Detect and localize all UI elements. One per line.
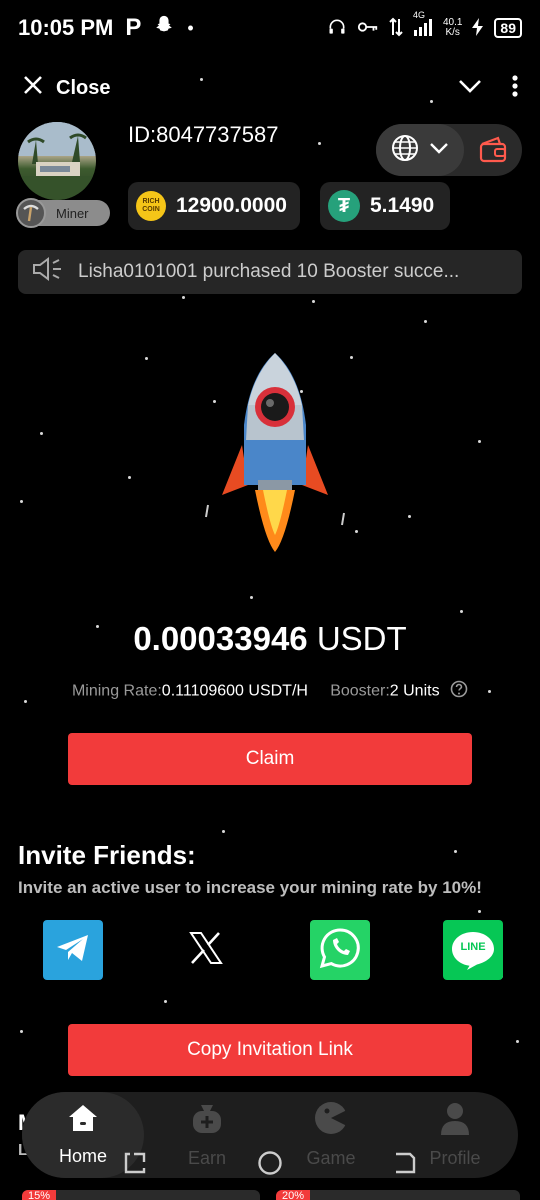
- mined-amount-unit: USDT: [316, 620, 407, 657]
- discount-tag: 20%: [276, 1190, 311, 1200]
- status-bar: 10:05 PM P • 4G 40.1 K/s 89: [0, 0, 540, 56]
- more-menu-icon[interactable]: [512, 74, 518, 102]
- home-icon: [67, 1103, 99, 1138]
- mined-amount: 0.00033946 USDT: [0, 620, 540, 658]
- card-peek-left: 15%: [22, 1190, 260, 1200]
- star: [182, 296, 185, 299]
- discount-tag: 15%: [22, 1190, 57, 1200]
- star: [128, 476, 131, 479]
- rich-coin-balance: RICH COIN 12900.0000: [128, 182, 300, 230]
- booster-label: Booster:: [330, 682, 390, 700]
- money-bag-icon: [189, 1101, 225, 1140]
- back-icon[interactable]: [392, 1150, 416, 1181]
- chevron-down-icon[interactable]: [458, 78, 482, 99]
- wallet-icon: [478, 136, 508, 168]
- mining-rate-label: Mining Rate:: [71, 682, 162, 700]
- usdt-icon: ₮: [328, 190, 360, 222]
- star: [250, 596, 253, 599]
- line-icon-label: LINE: [460, 941, 486, 953]
- star: [312, 300, 315, 303]
- star: [222, 830, 225, 833]
- booster-value: 2 Units: [389, 682, 440, 700]
- key-icon: [357, 19, 379, 38]
- mined-amount-value: 0.00033946: [133, 620, 308, 657]
- telegram-icon: [55, 933, 91, 968]
- battery-level: 89: [494, 18, 522, 38]
- home-system-icon[interactable]: [257, 1150, 283, 1181]
- star: [478, 440, 481, 443]
- announcement-text: Lisha0101001 purchased 10 Booster succe.…: [78, 261, 460, 282]
- language-selector[interactable]: [376, 124, 464, 176]
- star: [318, 142, 321, 145]
- copy-invitation-link-button[interactable]: Copy Invitation Link: [68, 1024, 472, 1076]
- nav-game[interactable]: Game: [270, 1092, 392, 1178]
- globe-icon: [391, 134, 419, 167]
- star: [20, 500, 23, 503]
- nav-earn-label: Earn: [187, 1148, 227, 1168]
- share-x-button[interactable]: [176, 920, 236, 980]
- claim-button[interactable]: Claim: [68, 733, 472, 785]
- data-transfer-icon: [389, 17, 403, 40]
- usdt-amount: 5.1490: [370, 194, 435, 217]
- star: [145, 357, 148, 360]
- mining-info: Mining Rate:0.11109600 USDT/H Booster:2 …: [0, 680, 540, 703]
- chevron-down-icon: [429, 141, 449, 160]
- dot-indicator: •: [187, 17, 194, 38]
- charging-icon: [472, 17, 484, 39]
- help-icon[interactable]: [450, 680, 468, 703]
- nav-game-label: Game: [306, 1148, 356, 1168]
- app-notification-icon: P: [125, 14, 142, 41]
- nav-earn[interactable]: Earn: [146, 1092, 268, 1178]
- star: [164, 1000, 167, 1003]
- mining-rate-value: 0.11109600 USDT/H: [161, 682, 308, 700]
- share-whatsapp-button[interactable]: [310, 920, 370, 980]
- recent-apps-icon[interactable]: [124, 1150, 148, 1181]
- network-speed-unit: K/s: [445, 27, 460, 38]
- miner-badge: Miner: [16, 198, 110, 228]
- network-type: 4G: [412, 9, 425, 20]
- rocket-illustration: [200, 345, 350, 560]
- speaker-icon: [32, 257, 64, 287]
- x-logo-icon: [188, 930, 224, 971]
- star: [20, 1030, 23, 1033]
- avatar[interactable]: [18, 122, 96, 200]
- pickaxe-icon: [16, 198, 46, 228]
- announcement-bar: Lisha0101001 purchased 10 Booster succe.…: [18, 250, 522, 294]
- rich-coin-icon: RICH COIN: [136, 191, 166, 221]
- rich-coin-amount: 12900.0000: [176, 194, 287, 217]
- headphones-icon: [327, 17, 347, 40]
- nav-home-label: Home: [58, 1146, 107, 1166]
- star: [460, 610, 463, 613]
- gamepad-icon: [313, 1101, 349, 1140]
- usdt-balance: ₮ 5.1490: [320, 182, 450, 230]
- top-bar: Close: [22, 70, 518, 106]
- star: [424, 320, 427, 323]
- star: [40, 432, 43, 435]
- signal-icon: 4G: [413, 10, 433, 39]
- star: [478, 910, 481, 913]
- person-icon: [437, 1101, 473, 1140]
- star: [516, 1040, 519, 1043]
- status-time: 10:05 PM: [18, 15, 114, 40]
- close-label: Close: [56, 76, 111, 99]
- share-telegram-button[interactable]: [43, 920, 103, 980]
- share-line-button[interactable]: LINE: [443, 920, 503, 980]
- invite-subtitle: Invite an active user to increase your m…: [18, 878, 482, 897]
- miner-badge-label: Miner: [56, 205, 89, 221]
- star: [408, 515, 411, 518]
- snapchat-icon: [153, 14, 175, 42]
- card-peek-right: 20%: [276, 1190, 520, 1200]
- line-icon: LINE: [450, 930, 496, 970]
- close-button[interactable]: Close: [22, 74, 110, 102]
- nav-profile-label: Profile: [429, 1148, 481, 1168]
- user-id: ID:8047737587: [128, 122, 279, 147]
- network-speed: 40.1 K/s: [443, 18, 462, 38]
- invite-title: Invite Friends:: [18, 840, 196, 870]
- star: [350, 356, 353, 359]
- star: [355, 530, 358, 533]
- wallet-button[interactable]: [478, 136, 508, 169]
- close-icon: [22, 74, 44, 102]
- star: [454, 850, 457, 853]
- whatsapp-icon: [318, 926, 362, 975]
